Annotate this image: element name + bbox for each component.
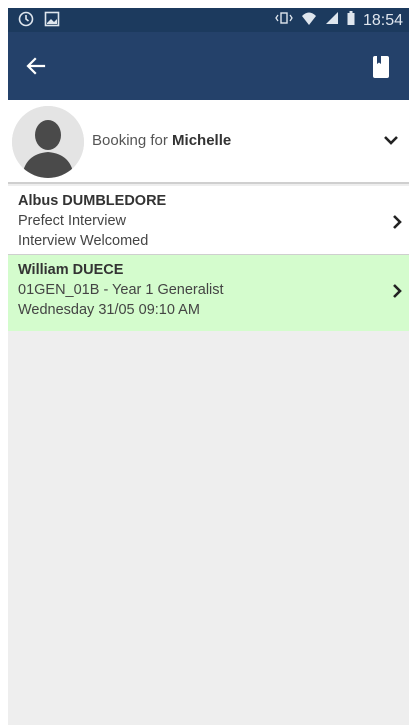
booking-label: Booking for Michelle: [92, 132, 231, 149]
list-item[interactable]: William DUECE 01GEN_01B - Year 1 General…: [8, 255, 409, 331]
app-toolbar: [8, 32, 409, 100]
interview-detail: Prefect Interview: [18, 213, 126, 229]
sync-icon: [18, 11, 34, 32]
interview-name: Albus DUMBLEDORE: [18, 193, 167, 209]
status-bar: 18:54: [8, 8, 409, 32]
clock: 18:54: [362, 11, 403, 29]
signal-icon: [325, 11, 339, 30]
chevron-right-icon[interactable]: [391, 214, 403, 230]
arrow-left-icon[interactable]: [22, 52, 50, 80]
vibrate-icon: [275, 11, 293, 30]
list-item[interactable]: Albus DUMBLEDORE Prefect Interview Inter…: [8, 186, 409, 255]
battery-icon: [347, 11, 355, 30]
interview-status: Interview Welcomed: [18, 233, 149, 249]
interview-detail: 01GEN_01B - Year 1 Generalist: [18, 282, 224, 298]
booking-name: Michelle: [172, 132, 232, 149]
bookmark-icon[interactable]: [373, 56, 389, 78]
booking-prefix: Booking for: [92, 132, 173, 149]
image-icon: [44, 11, 60, 32]
chevron-down-icon[interactable]: [383, 134, 399, 146]
booking-for-selector[interactable]: Booking for Michelle: [8, 100, 409, 184]
app-screen: 18:54 Booking for Michelle Albus DUMBLED…: [8, 8, 409, 725]
avatar: [12, 106, 84, 178]
chevron-right-icon[interactable]: [391, 283, 403, 299]
interview-time: Wednesday 31/05 09:10 AM: [18, 302, 200, 318]
wifi-icon: [301, 10, 317, 31]
interview-name: William DUECE: [18, 262, 124, 278]
